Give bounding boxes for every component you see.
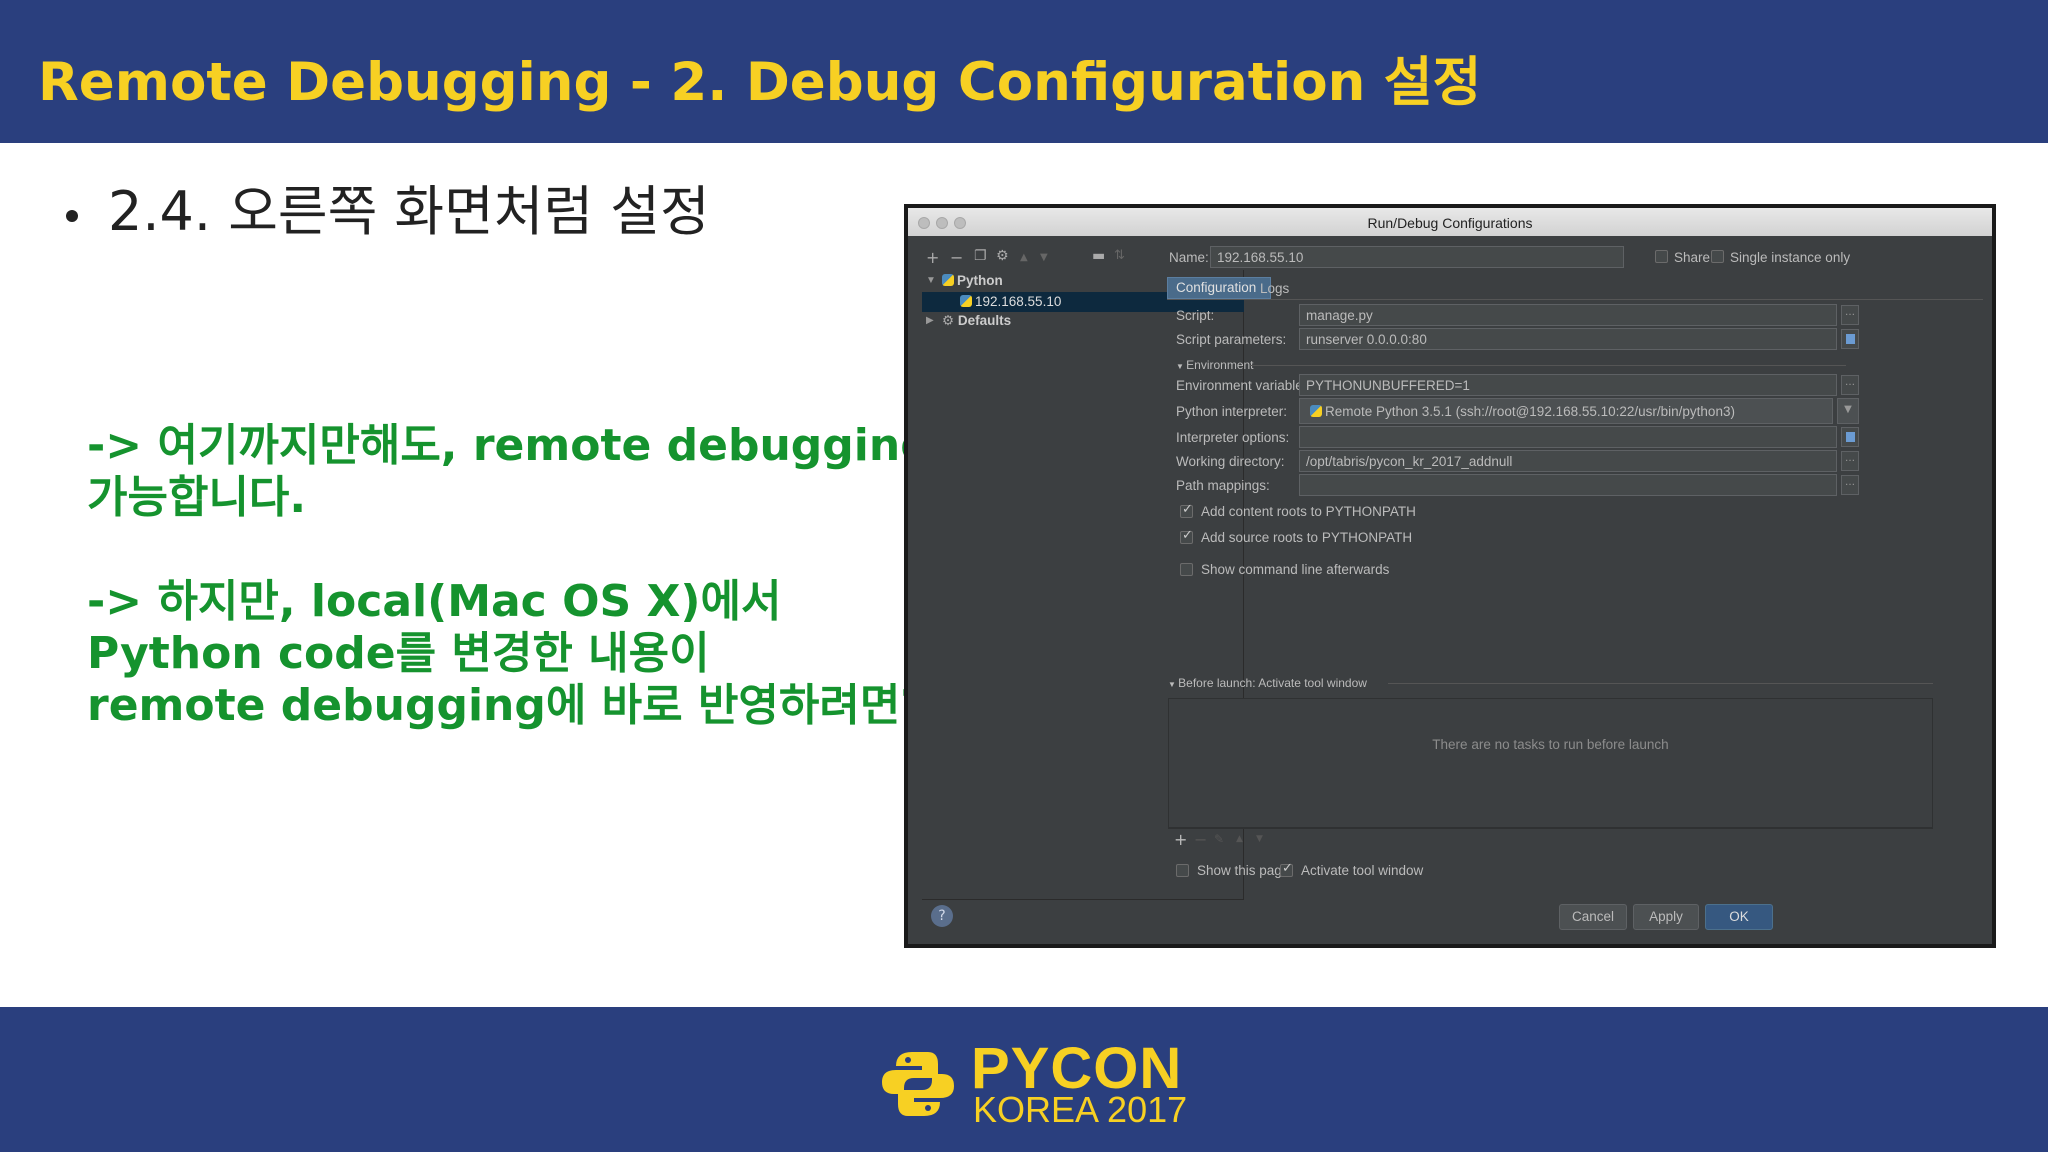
wrench-icon: ⚙ [942,313,955,329]
browse-script-button[interactable]: … [1841,305,1859,325]
task-down-icon[interactable]: ▼ [1256,834,1263,844]
cancel-button[interactable]: Cancel [1559,904,1627,930]
before-launch-divider [1388,683,1933,684]
python-icon [942,274,954,286]
environment-section: ▼ Environment [1176,358,1254,372]
wrench-icon[interactable]: ⚙ [996,248,1009,264]
copy-icon[interactable]: ❐ [974,248,987,264]
script-params-label: Script parameters: [1176,332,1287,347]
working-dir-input[interactable]: /opt/tabris/pycon_kr_2017_addnull [1299,450,1837,472]
folder-icon[interactable]: ▬ [1092,248,1105,264]
note-2-line-1: -> 하지만, local(Mac OS X)에서 [87,576,782,627]
activate-tool-label: Activate tool window [1301,863,1424,878]
logo-korea-text: KOREA 2017 [973,1089,1188,1130]
env-vars-input[interactable]: PYTHONUNBUFFERED=1 [1299,374,1837,396]
add-task-icon[interactable]: + [1174,830,1187,849]
content-roots-label: Add content roots to PYTHONPATH [1201,504,1416,519]
no-tasks-text: There are no tasks to run before launch [1432,737,1669,752]
expand-defaults-icon[interactable]: ▶ [926,315,934,326]
help-button[interactable]: ? [931,905,953,927]
script-label: Script: [1176,308,1215,323]
interp-options-label: Interpreter options: [1176,430,1290,445]
tasks-toolbar-divider [1168,828,1933,829]
tree-item-python[interactable]: Python [942,273,1003,288]
share-checkbox[interactable] [1655,250,1668,263]
source-roots-label: Add source roots to PYTHONPATH [1201,530,1413,545]
single-instance-label: Single instance only [1730,250,1851,265]
name-input[interactable]: 192.168.55.10 [1210,246,1624,268]
edit-task-icon[interactable]: ✎ [1214,832,1224,846]
expand-python-icon[interactable]: ▼ [926,275,936,286]
tab-configuration-label: Configuration [1176,280,1257,295]
before-launch-header: ▼ Before launch: Activate tool window [1168,676,1367,690]
interpreter-select[interactable]: Remote Python 3.5.1 (ssh://root@192.168.… [1299,398,1833,424]
pycon-logo: PYCON KOREA 2017 [878,1040,1187,1130]
tab-divider [1167,299,1983,300]
tree-item-config[interactable]: 192.168.55.10 [960,294,1061,309]
slide-title: Remote Debugging - 2. Debug Configuratio… [38,52,1482,113]
note-2: -> 하지만, local(Mac OS X)에서 Python code를 변… [87,576,926,732]
dialog-titlebar: Run/Debug Configurations [908,208,1992,236]
interp-options-input[interactable] [1299,426,1837,448]
move-up-icon[interactable]: ▲ [1020,252,1028,263]
content-roots-checkbox[interactable] [1180,502,1193,518]
remove-icon[interactable]: − [950,248,963,267]
env-vars-label: Environment variables: [1176,378,1314,393]
note-1: -> 여기까지만해도, remote debugging 가능합니다. [87,420,932,524]
source-roots-checkbox[interactable] [1180,528,1193,544]
python-icon [960,295,972,307]
path-mappings-label: Path mappings: [1176,478,1270,493]
dialog-title: Run/Debug Configurations [1367,215,1533,231]
ok-button[interactable]: OK [1705,904,1773,930]
show-page-checkbox[interactable] [1176,864,1189,877]
slide-header: Remote Debugging - 2. Debug Configuratio… [0,0,2048,143]
python-logo-icon [882,1052,954,1116]
note-1-line-2: 가능합니다. [87,472,307,523]
script-params-input[interactable]: runserver 0.0.0.0:80 [1299,328,1837,350]
task-up-icon[interactable]: ▲ [1236,834,1243,844]
move-down-icon[interactable]: ▼ [1040,252,1048,263]
bullet-text: 2.4. 오른쪽 화면처럼 설정 [108,180,710,243]
path-mappings-input[interactable] [1299,474,1837,496]
tab-logs[interactable]: Logs [1260,281,1289,296]
share-label: Share [1674,250,1711,265]
working-dir-label: Working directory: [1176,454,1285,469]
run-debug-dialog: Run/Debug Configurations + − ❐ ⚙ ▲ ▼ ▬ ⇅… [904,204,1996,948]
name-label: Name: [1169,250,1209,265]
activate-tool-checkbox[interactable] [1280,861,1293,877]
python-icon [1310,405,1322,417]
collapse-icon: ▼ [1176,362,1187,371]
show-page-label: Show this page [1197,863,1290,878]
interpreter-label: Python interpreter: [1176,404,1288,419]
bullet-dot [66,210,78,222]
single-instance-checkbox[interactable] [1711,250,1724,263]
remove-task-icon[interactable]: − [1194,830,1207,849]
browse-dir-button[interactable]: … [1841,451,1859,471]
edit-mappings-button[interactable]: … [1841,475,1859,495]
expand-options-button[interactable] [1841,427,1859,447]
apply-button[interactable]: Apply [1633,904,1699,930]
sort-icon[interactable]: ⇅ [1114,248,1125,263]
note-2-line-3: remote debugging에 바로 반영하려면? [87,680,926,731]
show-cmd-checkbox[interactable] [1180,563,1193,576]
interpreter-dropdown-icon[interactable]: ▼ [1837,398,1859,424]
dialog-body: Run/Debug Configurations + − ❐ ⚙ ▲ ▼ ▬ ⇅… [908,208,1992,944]
script-input[interactable]: manage.py [1299,304,1837,326]
show-cmd-label: Show command line afterwards [1201,562,1390,577]
edit-env-button[interactable]: … [1841,375,1859,395]
tree-item-defaults[interactable]: ⚙ Defaults [942,313,1011,329]
note-2-line-2: Python code를 변경한 내용이 [87,628,710,679]
env-divider [1250,365,1846,366]
expand-params-button[interactable] [1841,329,1859,349]
note-1-line-1: -> 여기까지만해도, remote debugging [87,420,932,471]
tasks-list[interactable] [1168,698,1933,828]
add-icon[interactable]: + [926,248,939,267]
collapse-icon: ▼ [1168,680,1179,689]
